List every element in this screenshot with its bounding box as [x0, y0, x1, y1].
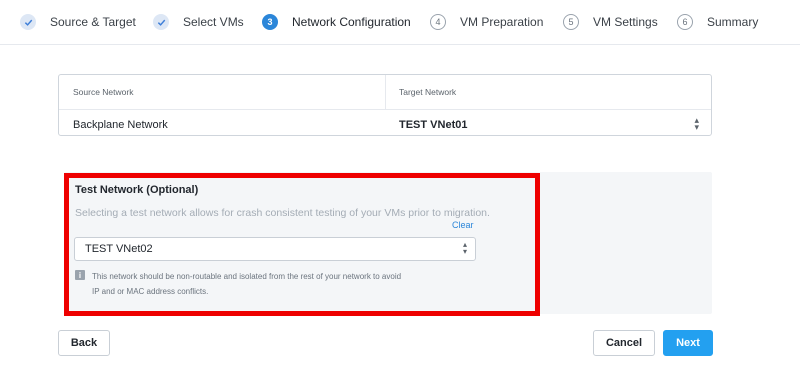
test-network-selected-value: TEST VNet02 [85, 243, 153, 255]
check-icon [153, 14, 169, 30]
step-source-target[interactable]: Source & Target [20, 12, 136, 32]
step-vm-preparation[interactable]: 4 VM Preparation [430, 12, 543, 32]
step-number: 6 [677, 14, 693, 30]
test-network-title: Test Network (Optional) [75, 184, 199, 196]
next-button[interactable]: Next [663, 330, 713, 356]
target-network-header: Target Network [399, 87, 457, 97]
column-divider [385, 75, 386, 109]
back-button[interactable]: Back [58, 330, 110, 356]
step-vm-settings[interactable]: 5 VM Settings [563, 12, 658, 32]
test-network-description: Selecting a test network allows for cras… [75, 207, 490, 219]
step-label: Summary [707, 15, 759, 29]
target-network-select[interactable]: TEST VNet01 [399, 119, 467, 131]
step-label: VM Settings [593, 15, 658, 29]
info-icon: i [75, 270, 85, 280]
step-label: VM Preparation [460, 15, 544, 29]
chevron-up-down-icon[interactable]: ▴ ▾ [694, 116, 699, 132]
step-network-configuration[interactable]: 3 Network Configuration [262, 12, 411, 32]
step-number: 4 [430, 14, 446, 30]
step-number: 3 [262, 14, 278, 30]
chevron-up-down-icon: ▴ ▾ [462, 240, 467, 256]
test-network-info: This network should be non-routable and … [92, 269, 492, 299]
test-network-select[interactable]: TEST VNet02 ▴ ▾ [74, 237, 476, 261]
check-icon [20, 14, 36, 30]
wizard-stepper: Source & Target Select VMs 3 Network Con… [0, 0, 800, 45]
source-network-header: Source Network [73, 87, 134, 97]
info-line: IP and or MAC address conflicts. [92, 287, 209, 296]
step-label: Network Configuration [292, 15, 411, 29]
step-summary[interactable]: 6 Summary [677, 12, 758, 32]
step-label: Source & Target [50, 15, 136, 29]
source-network-value: Backplane Network [73, 119, 168, 131]
cancel-button[interactable]: Cancel [593, 330, 655, 356]
info-line: This network should be non-routable and … [92, 272, 402, 281]
clear-link[interactable]: Clear [452, 220, 474, 230]
step-number: 5 [563, 14, 579, 30]
step-label: Select VMs [183, 15, 244, 29]
step-select-vms[interactable]: Select VMs [153, 12, 244, 32]
network-mapping-table: Source Network Target Network Backplane … [58, 74, 712, 136]
